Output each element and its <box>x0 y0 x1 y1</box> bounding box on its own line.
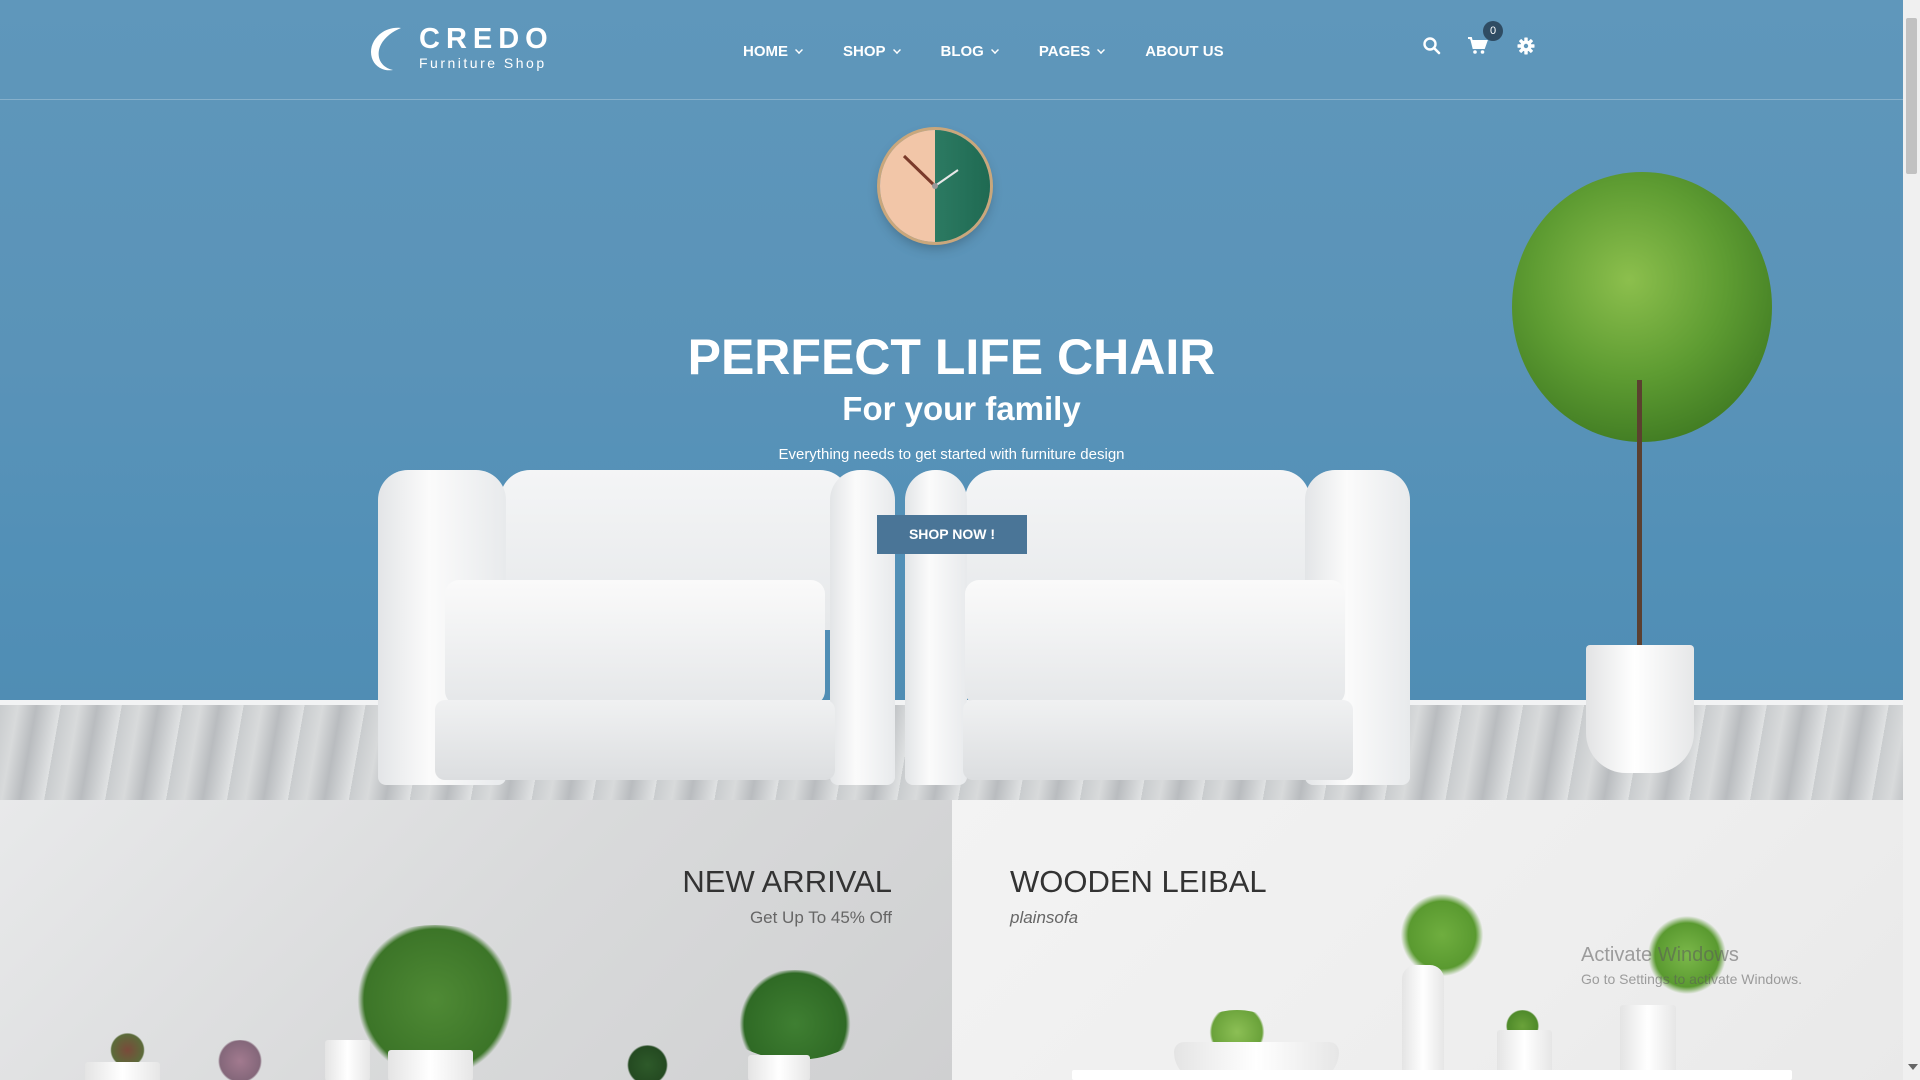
plant-pot <box>85 1062 160 1080</box>
hero-title: PERFECT LIFE CHAIR <box>687 329 1216 385</box>
nav-pages[interactable]: PAGES <box>1038 43 1106 60</box>
nav-label: BLOG <box>940 43 984 60</box>
scrollbar-thumb[interactable] <box>1906 18 1917 174</box>
cart-count-badge: 0 <box>1483 21 1503 41</box>
header-actions <box>1422 36 1536 56</box>
wall-clock-image <box>880 130 990 242</box>
banner-new-arrival[interactable]: NEW ARRIVAL Get Up To 45% Off <box>0 800 952 1080</box>
watermark-title: Activate Windows <box>1581 944 1739 966</box>
nav-label: HOME <box>743 43 788 60</box>
activate-windows-watermark: Activate Windows Go to Settings to activ… <box>1581 944 1802 987</box>
succulent-image <box>620 1045 675 1080</box>
nav-home[interactable]: HOME <box>743 43 803 60</box>
scroll-down-arrow-icon[interactable] <box>1908 1064 1918 1070</box>
search-icon[interactable] <box>1422 36 1442 56</box>
nav-shop[interactable]: SHOP <box>843 43 901 60</box>
banner-title: NEW ARRIVAL <box>682 864 892 899</box>
banner-wooden-leibal[interactable]: WOODEN LEIBAL plainsofa <box>952 800 1903 1080</box>
plant-pot <box>388 1050 473 1080</box>
vase <box>1402 965 1444 1075</box>
shop-now-button[interactable]: SHOP NOW ! <box>877 515 1027 554</box>
brand-tagline: Furniture Shop <box>419 55 547 71</box>
brand-name: CREDO <box>419 23 554 55</box>
succulent-image <box>210 1040 270 1080</box>
plant-pot <box>1586 645 1694 773</box>
logo-leaf-icon <box>371 27 401 71</box>
banner-title: WOODEN LEIBAL <box>1010 864 1267 899</box>
chevron-down-icon <box>795 46 803 54</box>
chevron-down-icon <box>892 46 901 54</box>
hero-description: Everything needs to get started with fur… <box>778 446 1125 463</box>
nav-about-us[interactable]: ABOUT US <box>1145 43 1223 60</box>
site-logo[interactable]: CREDO Furniture Shop <box>365 22 554 74</box>
chevron-down-icon <box>1097 46 1106 54</box>
wooden-shelf <box>1072 1070 1792 1080</box>
banner-subtitle: Get Up To 45% Off <box>749 908 892 927</box>
banner-subtitle: plainsofa <box>1010 908 1079 927</box>
nav-label: ABOUT US <box>1145 43 1224 60</box>
palm-plant-image <box>720 970 870 1060</box>
main-nav: HOME SHOP BLOG PAGES ABOUT US <box>743 43 1264 60</box>
plant-pot <box>325 1040 370 1080</box>
plant-pot <box>748 1055 810 1080</box>
nav-label: PAGES <box>1038 43 1091 60</box>
site-header: CREDO Furniture Shop HOME SHOP BLOG PAGE… <box>0 0 1903 100</box>
vase <box>1620 1005 1676 1080</box>
sprout-plant-image <box>1382 890 1502 980</box>
watermark-subtitle: Go to Settings to activate Windows. <box>1581 971 1802 987</box>
hero-subtitle: For your family <box>842 390 1081 427</box>
chevron-down-icon <box>990 46 999 54</box>
hero-slider: PERFECT LIFE CHAIR For your family Every… <box>0 0 1903 800</box>
nav-label: SHOP <box>843 43 886 60</box>
gear-icon[interactable] <box>1516 36 1536 56</box>
cart-icon[interactable] <box>1467 36 1489 56</box>
nav-blog[interactable]: BLOG <box>941 43 999 60</box>
